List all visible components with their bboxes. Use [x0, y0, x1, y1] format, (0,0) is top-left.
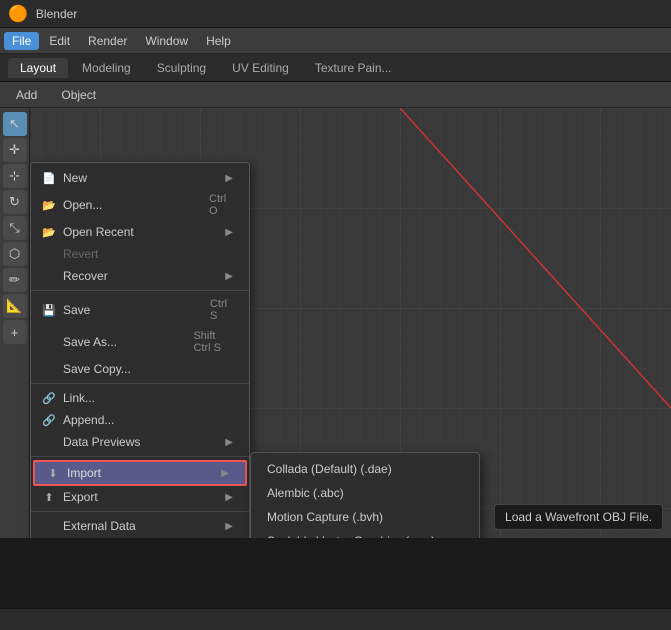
cursor-tool-btn[interactable]: ✛ [3, 138, 27, 162]
viewport: ↖ ✛ ⊹ ↻ ⤡ ⬡ ✏ 📐 + 📄 New ▶ 📂 Open... Ctrl… [0, 108, 671, 538]
menu-item-export[interactable]: ⬆ Export ▶ [31, 486, 249, 508]
export-label: Export [63, 490, 98, 504]
file-menu: 📄 New ▶ 📂 Open... Ctrl O 📂 Open Recent ▶… [30, 162, 250, 538]
menu-item-save-as[interactable]: Save As... Shift Ctrl S [31, 326, 249, 358]
import-icon: ⬇ [45, 467, 61, 480]
import-svg[interactable]: Scalable Vector Graphics (.svg) [251, 529, 479, 538]
tab-modeling[interactable]: Modeling [70, 58, 143, 78]
rotate-tool-btn[interactable]: ↻ [3, 190, 27, 214]
blender-logo-icon: 🟠 [8, 4, 28, 24]
import-alembic[interactable]: Alembic (.abc) [251, 481, 479, 505]
save-as-shortcut: Shift Ctrl S [193, 330, 233, 354]
save-shortcut: Ctrl S [210, 298, 233, 322]
separator-2 [31, 383, 249, 384]
open-label: Open... [63, 198, 102, 212]
menu-item-open-recent[interactable]: 📂 Open Recent ▶ [31, 221, 249, 243]
tab-texture-paint[interactable]: Texture Pain... [303, 58, 404, 78]
recover-arrow: ▶ [225, 271, 233, 282]
tab-uv-editing[interactable]: UV Editing [220, 58, 301, 78]
menu-item-save[interactable]: 💾 Save Ctrl S [31, 294, 249, 326]
save-as-label: Save As... [63, 335, 117, 349]
tooltip-text: Load a Wavefront OBJ File. [505, 510, 652, 524]
import-submenu: Collada (Default) (.dae) Alembic (.abc) … [250, 452, 480, 538]
menu-item-append[interactable]: 🔗 Append... [31, 409, 249, 431]
left-toolbar: ↖ ✛ ⊹ ↻ ⤡ ⬡ ✏ 📐 + [0, 108, 30, 538]
new-icon: 📄 [41, 172, 57, 185]
import-collada[interactable]: Collada (Default) (.dae) [251, 457, 479, 481]
append-icon: 🔗 [41, 414, 57, 427]
data-previews-arrow: ▶ [225, 437, 233, 448]
menu-item-link[interactable]: 🔗 Link... [31, 387, 249, 409]
external-data-arrow: ▶ [225, 521, 233, 532]
annotate-tool-btn[interactable]: ✏ [3, 268, 27, 292]
import-arrow: ▶ [221, 468, 229, 479]
new-arrow: ▶ [225, 173, 233, 184]
open-icon: 📂 [41, 199, 57, 212]
menu-item-save-copy[interactable]: Save Copy... [31, 358, 249, 380]
separator-4 [31, 511, 249, 512]
scale-tool-btn[interactable]: ⤡ [3, 216, 27, 240]
menu-item-external-data[interactable]: External Data ▶ [31, 515, 249, 537]
open-recent-icon: 📂 [41, 226, 57, 239]
new-label: New [63, 171, 87, 185]
revert-label: Revert [63, 247, 98, 261]
menu-item-import[interactable]: ⬇ Import ▶ [33, 460, 247, 486]
export-icon: ⬆ [41, 491, 57, 504]
select-tool-btn[interactable]: ↖ [3, 112, 27, 136]
import-label: Import [67, 466, 101, 480]
save-copy-label: Save Copy... [63, 362, 131, 376]
recover-label: Recover [63, 269, 108, 283]
tab-layout[interactable]: Layout [8, 58, 68, 78]
separator-3 [31, 456, 249, 457]
wavefront-tooltip: Load a Wavefront OBJ File. [494, 504, 663, 530]
add-button[interactable]: Add [8, 86, 45, 104]
menu-render[interactable]: Render [80, 32, 135, 50]
menu-file[interactable]: File [4, 32, 39, 50]
menu-edit[interactable]: Edit [41, 32, 78, 50]
bottom-bar [0, 608, 671, 630]
app-title: Blender [36, 7, 77, 21]
toolbar-row: Add Object [0, 82, 671, 108]
separator-1 [31, 290, 249, 291]
menu-item-new[interactable]: 📄 New ▶ [31, 167, 249, 189]
menu-item-data-previews[interactable]: Data Previews ▶ [31, 431, 249, 453]
transform-tool-btn[interactable]: ⬡ [3, 242, 27, 266]
move-tool-btn[interactable]: ⊹ [3, 164, 27, 188]
link-label: Link... [63, 391, 95, 405]
open-recent-label: Open Recent [63, 225, 134, 239]
menu-item-open[interactable]: 📂 Open... Ctrl O [31, 189, 249, 221]
import-motion-capture[interactable]: Motion Capture (.bvh) [251, 505, 479, 529]
title-bar: 🟠 Blender [0, 0, 671, 28]
menu-bar: File Edit Render Window Help [0, 28, 671, 54]
workspace-tabs: Layout Modeling Sculpting UV Editing Tex… [0, 54, 671, 82]
save-icon: 💾 [41, 304, 57, 317]
menu-help[interactable]: Help [198, 32, 239, 50]
open-recent-arrow: ▶ [225, 227, 233, 238]
data-previews-label: Data Previews [63, 435, 140, 449]
open-shortcut: Ctrl O [209, 193, 233, 217]
export-arrow: ▶ [225, 492, 233, 503]
menu-item-revert: Revert [31, 243, 249, 265]
external-data-label: External Data [63, 519, 136, 533]
link-icon: 🔗 [41, 392, 57, 405]
add-tool-btn[interactable]: + [3, 320, 27, 344]
menu-window[interactable]: Window [137, 32, 196, 50]
measure-tool-btn[interactable]: 📐 [3, 294, 27, 318]
save-label: Save [63, 303, 90, 317]
tab-sculpting[interactable]: Sculpting [145, 58, 218, 78]
menu-item-recover[interactable]: Recover ▶ [31, 265, 249, 287]
append-label: Append... [63, 413, 114, 427]
object-button[interactable]: Object [53, 86, 104, 104]
